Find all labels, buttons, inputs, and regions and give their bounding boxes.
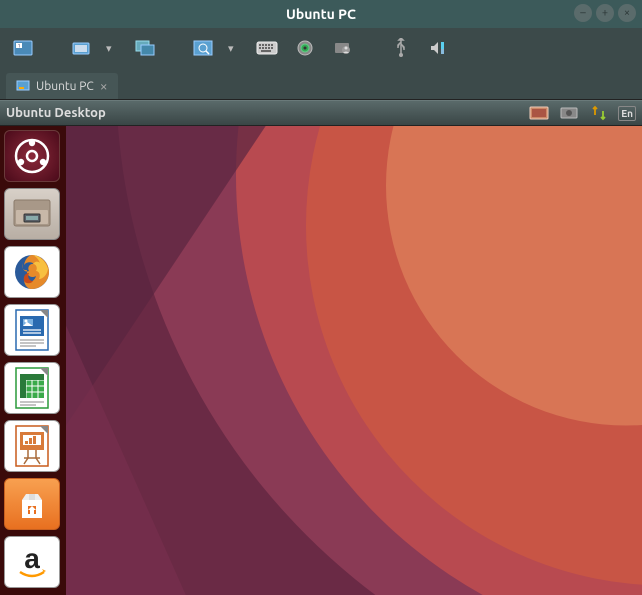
guest-infobar: Ubuntu Desktop En xyxy=(0,100,642,126)
toolbar-dropdown-2[interactable]: ▾ xyxy=(228,42,242,55)
tab-monitor-icon xyxy=(16,80,30,92)
guest-indicators: En xyxy=(528,104,636,122)
launcher-amazon[interactable]: a xyxy=(4,536,60,588)
launcher-calc[interactable] xyxy=(4,362,60,414)
svg-text:1: 1 xyxy=(18,43,21,49)
audio-icon[interactable] xyxy=(426,35,452,61)
calc-icon xyxy=(12,366,52,410)
software-icon xyxy=(12,484,52,524)
unity-launcher: a xyxy=(0,126,66,595)
titlebar: Ubuntu PC – + × xyxy=(0,0,642,28)
launcher-dash[interactable] xyxy=(4,130,60,182)
seamless-icon[interactable] xyxy=(190,35,216,61)
desktop-wallpaper[interactable] xyxy=(66,126,642,595)
tab-label: Ubuntu PC xyxy=(36,80,94,93)
language-indicator[interactable]: En xyxy=(618,106,636,121)
close-button[interactable]: × xyxy=(618,4,636,22)
display-indicator-icon[interactable] xyxy=(528,104,550,122)
files-icon xyxy=(10,194,54,234)
disk-indicator-icon[interactable] xyxy=(558,104,580,122)
guest-desktop: a xyxy=(0,126,642,595)
vm-window: Ubuntu PC – + × 1 ▾ ▾ xyxy=(0,0,642,595)
settings-icon[interactable] xyxy=(292,35,318,61)
minimize-button[interactable]: – xyxy=(574,4,592,22)
launcher-software[interactable] xyxy=(4,478,60,530)
toolbar: 1 ▾ ▾ xyxy=(0,28,642,68)
shared-folder-icon[interactable] xyxy=(330,35,356,61)
writer-icon xyxy=(12,308,52,352)
tabbar: Ubuntu PC × xyxy=(0,68,642,100)
dash-icon xyxy=(12,136,52,176)
tab-ubuntu-pc[interactable]: Ubuntu PC × xyxy=(6,73,118,99)
maximize-button[interactable]: + xyxy=(596,4,614,22)
guest-title: Ubuntu Desktop xyxy=(6,106,106,120)
launcher-writer[interactable] xyxy=(4,304,60,356)
keyboard-icon[interactable] xyxy=(254,35,280,61)
launcher-impress[interactable] xyxy=(4,420,60,472)
view-mode-icon[interactable]: 1 xyxy=(10,35,36,61)
usb-icon[interactable] xyxy=(388,35,414,61)
amazon-icon: a xyxy=(12,542,52,582)
launcher-files[interactable] xyxy=(4,188,60,240)
toolbar-dropdown-1[interactable]: ▾ xyxy=(106,42,120,55)
launcher-firefox[interactable] xyxy=(4,246,60,298)
take-snapshot-icon[interactable] xyxy=(68,35,94,61)
window-title: Ubuntu PC xyxy=(0,6,642,22)
impress-icon xyxy=(12,424,52,468)
window-controls: – + × xyxy=(574,4,636,22)
firefox-icon xyxy=(11,251,53,293)
fullscreen-icon[interactable] xyxy=(132,35,158,61)
tab-close-icon[interactable]: × xyxy=(100,79,108,93)
svg-text:a: a xyxy=(24,543,40,574)
network-indicator-icon[interactable] xyxy=(588,104,610,122)
